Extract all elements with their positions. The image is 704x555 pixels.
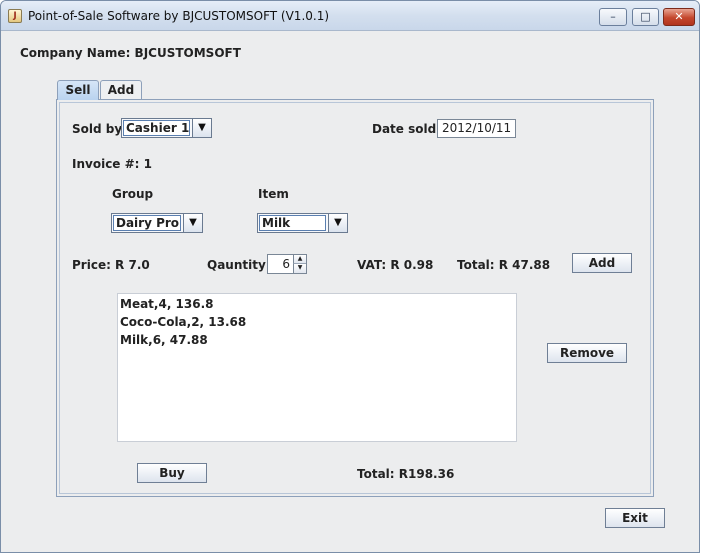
quantity-value[interactable]: 6 [268,255,293,273]
title-bar[interactable]: J Point-of-Sale Software by BJCUSTOMSOFT… [1,1,699,31]
list-item[interactable]: Coco-Cola,2, 13.68 [120,315,246,329]
close-button[interactable]: ✕ [663,8,695,26]
group-dropdown[interactable]: Dairy Pro... ▼ [111,213,203,233]
vat-label: VAT: R 0.98 [357,258,434,272]
invoice-number: Invoice #: 1 [72,157,152,171]
add-item-button[interactable]: Add [572,253,632,273]
date-sold-label: Date sold: [372,122,441,136]
quantity-label: Qauntity: [207,258,271,272]
tab-sell[interactable]: Sell [57,80,99,100]
spin-up-icon[interactable]: ▲ [293,255,306,264]
sold-by-value: Cashier 1 [123,120,190,136]
chevron-down-icon[interactable]: ▼ [328,214,347,232]
sold-by-label: Sold by: [72,122,127,136]
cart-list[interactable]: Meat,4, 136.8 Coco-Cola,2, 13.68 Milk,6,… [117,293,517,442]
list-item[interactable]: Milk,6, 47.88 [120,333,208,347]
exit-button[interactable]: Exit [605,508,665,528]
minimize-button[interactable]: – [599,8,627,26]
price-label: Price: R 7.0 [72,258,150,272]
chevron-down-icon[interactable]: ▼ [192,119,211,137]
buy-button[interactable]: Buy [137,463,207,483]
spin-down-icon[interactable]: ▼ [293,264,306,273]
app-window: J Point-of-Sale Software by BJCUSTOMSOFT… [0,0,700,553]
grand-total-label: Total: R198.36 [357,467,455,481]
window-title: Point-of-Sale Software by BJCUSTOMSOFT (… [28,9,330,23]
tab-add[interactable]: Add [100,80,142,100]
item-label: Item [258,187,289,201]
remove-button[interactable]: Remove [547,343,627,363]
chevron-down-icon[interactable]: ▼ [183,214,202,232]
line-total-label: Total: R 47.88 [457,258,551,272]
list-item[interactable]: Meat,4, 136.8 [120,297,214,311]
sold-by-dropdown[interactable]: Cashier 1 ▼ [121,118,212,138]
group-label: Group [112,187,154,201]
company-name-label: Company Name: BJCUSTOMSOFT [20,46,241,60]
quantity-stepper[interactable]: 6 ▲ ▼ [267,254,307,274]
maximize-button[interactable]: □ [632,8,659,26]
group-value: Dairy Pro... [113,215,181,231]
item-value: Milk [259,215,326,231]
java-app-icon: J [8,9,22,23]
date-sold-field[interactable]: 2012/10/11 [437,119,516,138]
item-dropdown[interactable]: Milk ▼ [257,213,348,233]
